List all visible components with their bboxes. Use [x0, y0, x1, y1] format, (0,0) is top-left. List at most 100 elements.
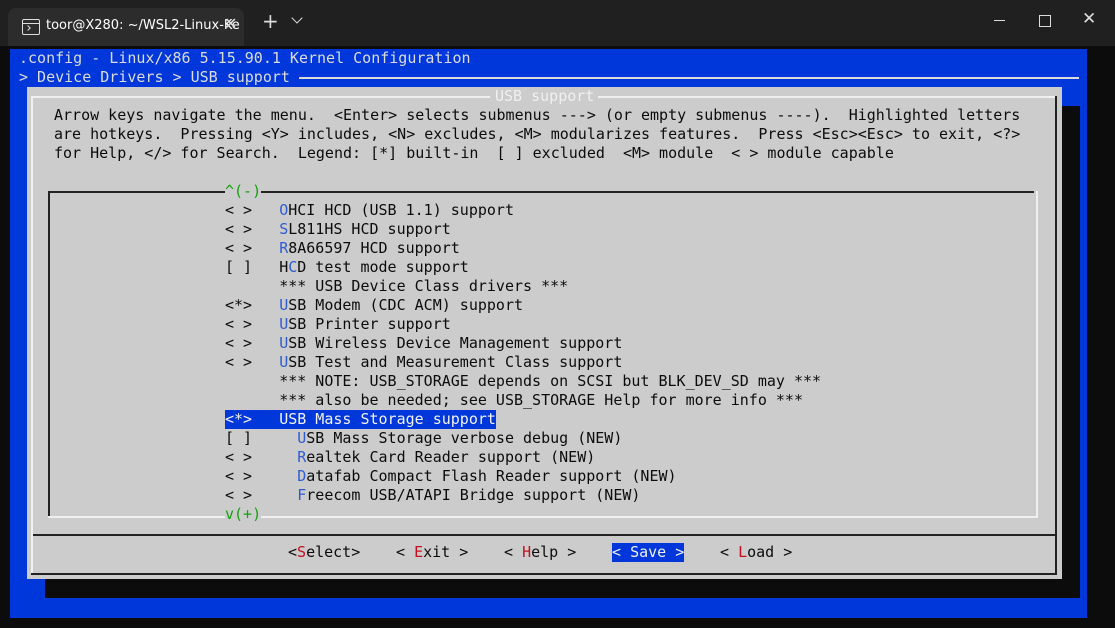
menu-item-gap — [252, 410, 279, 428]
menu-item-gap — [252, 258, 279, 276]
dialog-title: USB support — [495, 87, 595, 105]
menu-item-hotkey: S — [279, 220, 289, 238]
menu-item[interactable]: *** also be needed; see USB_STORAGE Help… — [225, 391, 803, 410]
menu-item[interactable]: < > USB Printer support — [225, 315, 451, 334]
terminal-tab[interactable]: toor@X280: ~/WSL2-Linux-Ke ✕ — [8, 8, 244, 46]
menu-item-hotkey: D — [297, 467, 307, 485]
menu-item[interactable]: < > Realtek Card Reader support (NEW) — [225, 448, 595, 467]
dialog-border — [31, 573, 1057, 575]
menu-item-state: [ ] — [225, 258, 253, 276]
help-text-line: are hotkeys. Pressing <Y> includes, <N> … — [54, 125, 1021, 143]
new-tab-icon[interactable]: + — [262, 11, 279, 31]
menu-item-gap — [252, 239, 279, 257]
tab-close-icon[interactable]: ✕ — [224, 14, 237, 33]
button-label: elect — [306, 543, 352, 561]
menu-item-label: SB Mass Storage verbose debug (NEW) — [306, 429, 623, 447]
menu-item-indent — [279, 429, 297, 447]
button-bracket-close: > — [558, 543, 577, 561]
menu-item-gap — [252, 277, 279, 295]
breadcrumb-rule — [299, 77, 1079, 79]
button-bracket-open: < — [612, 543, 631, 561]
button-hotkey: E — [414, 543, 424, 561]
menu-item-gap — [252, 296, 279, 314]
menu-item-hotkey: F — [297, 486, 307, 504]
button-bracket-open: < — [720, 543, 739, 561]
menu-item[interactable]: < > Freecom USB/ATAPI Bridge support (NE… — [225, 486, 640, 505]
menu-item-hotkey: U — [279, 334, 289, 352]
chevron-down-icon[interactable] — [291, 12, 303, 24]
button-bracket-close: > — [666, 543, 685, 561]
menu-item-label: HCI HCD (USB 1.1) support — [288, 201, 514, 219]
button-bracket-close: > — [774, 543, 793, 561]
menu-item-label: D test mode support — [297, 258, 469, 276]
menu-item-state: < > — [225, 467, 253, 485]
menu-item-label: *** NOTE: USB_STORAGE depends on SCSI bu… — [279, 372, 822, 390]
menu-item-state: < > — [225, 220, 253, 238]
menu-item-state: < > — [225, 448, 253, 466]
menu-item-state: < > — [225, 201, 253, 219]
menu-item-label: L811HS HCD support — [288, 220, 451, 238]
menu-item[interactable]: < > SL811HS HCD support — [225, 220, 451, 239]
exit-button[interactable]: < Exit > — [396, 543, 468, 562]
maximize-icon[interactable] — [1039, 15, 1051, 27]
button-bracket-open: < — [504, 543, 523, 561]
tab-title: toor@X280: ~/WSL2-Linux-Ke — [46, 18, 240, 33]
menu-item-prefix: H — [279, 258, 289, 276]
menu-item-gap — [252, 467, 279, 485]
menu-item-label: 8A66597 HCD support — [288, 239, 460, 257]
scroll-down-indicator[interactable]: v(+) — [225, 505, 262, 524]
menu-item-label: reecom USB/ATAPI Bridge support (NEW) — [306, 486, 641, 504]
menu-item-label: SB Printer support — [288, 315, 451, 333]
menu-item-gap — [252, 448, 279, 466]
menu-item[interactable]: < > USB Wireless Device Management suppo… — [225, 334, 622, 353]
menu-item-gap — [252, 486, 279, 504]
help-text-line: Arrow keys navigate the menu. <Enter> se… — [54, 106, 1021, 124]
menu-item-gap — [252, 334, 279, 352]
button-hotkey: S — [297, 543, 307, 561]
menu-item-state: < > — [225, 486, 253, 504]
help-text-line: for Help, </> for Search. Legend: [*] bu… — [54, 144, 894, 162]
help-button[interactable]: < Help > — [504, 543, 576, 562]
menu-item[interactable]: < > R8A66597 HCD support — [225, 239, 460, 258]
menu-item-label: atafab Compact Flash Reader support (NEW… — [306, 467, 677, 485]
button-label: oad — [747, 543, 775, 561]
button-label: elp — [531, 543, 559, 561]
menu-item[interactable]: < > OHCI HCD (USB 1.1) support — [225, 201, 514, 220]
scroll-up-indicator[interactable]: ^(-) — [225, 182, 262, 201]
menu-item[interactable]: [ ] HCD test mode support — [225, 258, 469, 277]
menu-item-hotkey: R — [297, 448, 307, 466]
window-titlebar: toor@X280: ~/WSL2-Linux-Ke ✕ + ✕ — [0, 0, 1115, 46]
menu-item-label: SB Wireless Device Management support — [288, 334, 623, 352]
menu-item-gap — [252, 220, 279, 238]
menu-item-gap — [252, 315, 279, 333]
menu-item-state — [225, 391, 252, 409]
menu-item-state — [225, 277, 252, 295]
button-label: Save — [630, 543, 667, 561]
menu-item-hotkey: U — [279, 353, 289, 371]
menu-item-hotkey: U — [279, 315, 289, 333]
menu-item-indent — [279, 486, 297, 504]
menu-item[interactable]: *** USB Device Class drivers *** — [225, 277, 568, 296]
save-button[interactable]: < Save > — [612, 543, 685, 562]
menu-border — [48, 191, 1034, 193]
menu-item[interactable]: < > Datafab Compact Flash Reader support… — [225, 467, 677, 486]
menu-border — [48, 191, 50, 518]
select-button[interactable]: <Select> — [288, 543, 360, 562]
button-hotkey: L — [738, 543, 748, 561]
button-bracket-open: < — [396, 543, 415, 561]
menu-item-hotkey: U — [279, 296, 289, 314]
menu-item-gap — [252, 353, 279, 371]
menu-item-state: <*> — [225, 296, 253, 314]
close-icon[interactable]: ✕ — [1082, 9, 1096, 29]
menu-item[interactable]: [ ] USB Mass Storage verbose debug (NEW) — [225, 429, 622, 448]
menu-item-state — [225, 372, 252, 390]
menu-item-gap — [252, 429, 279, 447]
menu-item[interactable]: <*> USB Mass Storage support — [225, 410, 496, 429]
minimize-icon[interactable] — [994, 20, 1005, 21]
menu-item-label: *** USB Device Class drivers *** — [279, 277, 569, 295]
load-button[interactable]: < Load > — [720, 543, 792, 562]
menu-item[interactable]: < > USB Test and Measurement Class suppo… — [225, 353, 622, 372]
menu-item[interactable]: <*> USB Modem (CDC ACM) support — [225, 296, 523, 315]
menu-item[interactable]: *** NOTE: USB_STORAGE depends on SCSI bu… — [225, 372, 821, 391]
menu-item-state: < > — [225, 315, 253, 333]
